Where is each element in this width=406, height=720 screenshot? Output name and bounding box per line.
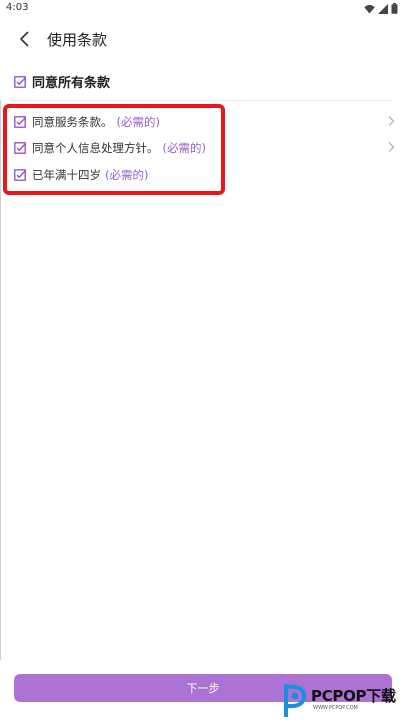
terms-screen: 4:03 使用条款 同意所有条款 同意服务条款。 (必需的) 同意个人信息处理方… <box>0 0 406 720</box>
page-title: 使用条款 <box>47 31 108 49</box>
watermark: PCPOP下载 WWW.PCPOP.COM <box>283 683 406 720</box>
highlight-box <box>3 104 225 195</box>
chevron-right-icon[interactable] <box>386 115 396 127</box>
status-icons <box>364 3 398 14</box>
battery-icon <box>391 3 398 14</box>
screen-edge-line <box>0 100 1 660</box>
checkbox-checked-icon <box>14 75 26 88</box>
divider <box>10 100 392 101</box>
status-time: 4:03 <box>6 2 29 13</box>
agree-all-label: 同意所有条款 <box>32 76 111 91</box>
signal-icon <box>378 3 388 14</box>
pcpop-logo-icon <box>284 684 307 717</box>
chevron-right-icon[interactable] <box>386 141 396 153</box>
watermark-text: PCPOP下载 <box>311 687 396 705</box>
back-button[interactable] <box>14 28 36 50</box>
next-button-label: 下一步 <box>186 682 220 695</box>
header: 使用条款 <box>0 22 406 56</box>
wifi-icon <box>364 4 375 13</box>
agree-all-checkbox[interactable]: 同意所有条款 <box>14 72 110 91</box>
status-bar: 4:03 <box>0 0 406 18</box>
watermark-subtext: WWW.PCPOP.COM <box>313 705 358 711</box>
